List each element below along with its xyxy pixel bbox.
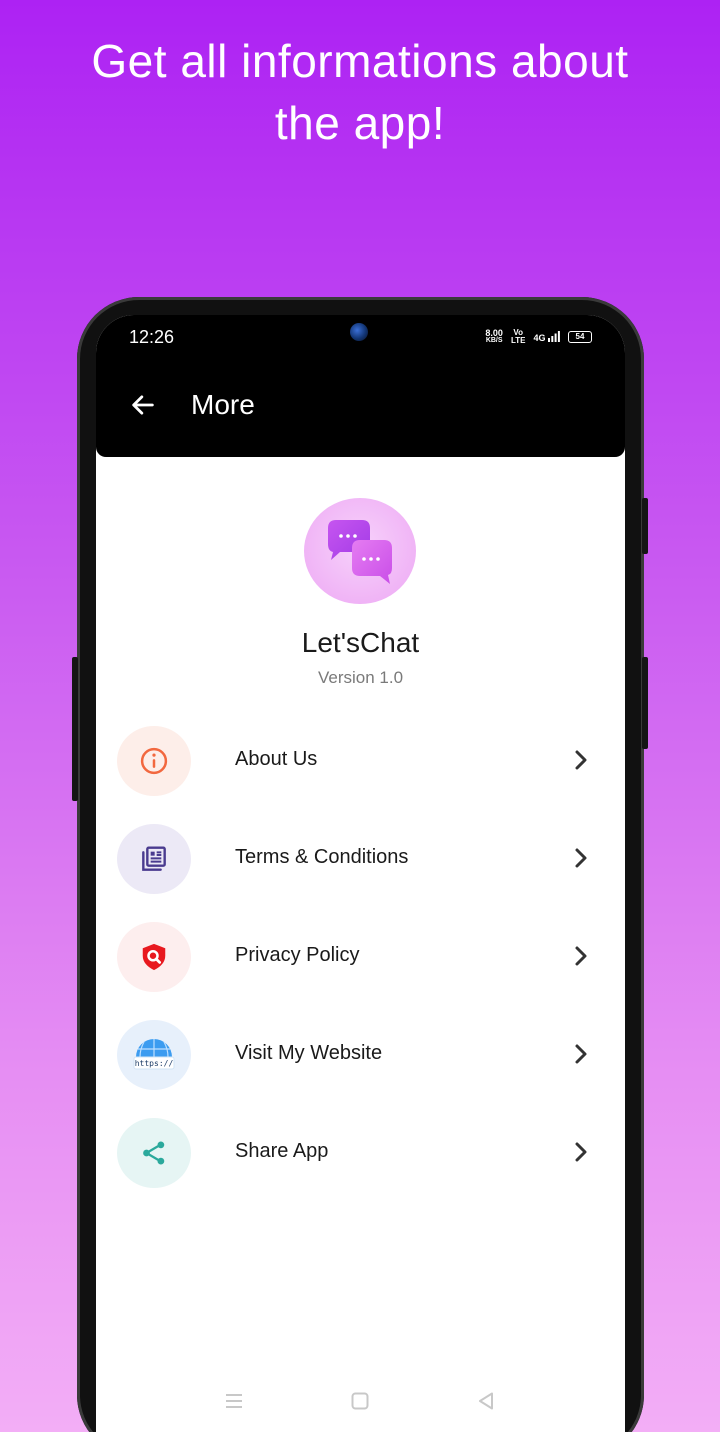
menu-item-privacy-policy[interactable]: Privacy Policy [96,921,625,1019]
menu-label: Terms & Conditions [235,846,409,868]
globe-https-icon: https:// [133,1039,175,1070]
app-version: Version 1.0 [317,668,404,687]
menu-item-visit-website[interactable]: https:// Visit My Website [96,1019,625,1117]
menu-item-terms-conditions[interactable]: Terms & Conditions [96,823,625,921]
menu-icon-container [117,824,191,894]
menu-icon-container: https:// [117,1020,191,1090]
more-menu: About Us Terms & Conditions Privacy Poli… [96,725,625,1215]
app-name: Let'sChat [301,627,420,658]
triangle-back-icon[interactable] [474,1389,498,1413]
promo-headline: Get all informations about the app! [0,30,720,154]
page-title: More [191,389,255,420]
menu-label: Privacy Policy [235,944,360,966]
square-home-icon[interactable] [348,1389,372,1413]
chevron-right-icon [568,943,594,969]
menu-icon-container [117,726,191,796]
back-button[interactable] [126,388,160,422]
signal-icon: 4G [533,331,560,343]
phone-volume-button [72,657,78,801]
volte-bottom: LTE [510,336,526,345]
volte-indicator: Vo LTE [511,329,526,345]
app-header: 12:26 8.00 KB/S Vo LTE 4G 54 More [96,315,625,457]
battery-level: 54 [575,332,585,341]
battery-icon: 54 [568,331,592,343]
chevron-right-icon [568,747,594,773]
promo-headline-line2: the app! [274,97,446,149]
menu-label: Share App [235,1140,329,1162]
network-type: 4G [533,333,546,343]
menu-item-share-app[interactable]: Share App [96,1117,625,1215]
chevron-right-icon [568,1041,594,1067]
chat-bubbles-icon [328,520,392,584]
menu-lines-icon[interactable] [222,1389,246,1413]
phone-power-button [642,498,648,554]
menu-label: About Us [235,748,318,770]
phone-side-button [642,657,648,749]
promo-headline-line1: Get all informations about [91,35,629,87]
app-logo [304,498,416,604]
arrow-left-icon [132,395,154,415]
status-indicators: 8.00 KB/S Vo LTE 4G 54 [485,329,592,345]
menu-icon-container [117,922,191,992]
share-icon [143,1141,165,1165]
menu-label: Visit My Website [235,1042,383,1064]
menu-icon-container [117,1118,191,1188]
system-nav-bar [96,1383,625,1419]
net-speed-unit: KB/S [485,337,503,344]
svg-text:https://: https:// [135,1059,174,1068]
front-camera [350,323,368,341]
chevron-right-icon [568,845,594,871]
info-icon [140,747,168,775]
status-time: 12:26 [129,327,175,347]
shield-search-icon [142,943,166,971]
phone-screen: 12:26 8.00 KB/S Vo LTE 4G 54 More Let'sC… [96,315,625,1432]
menu-item-about-us[interactable]: About Us [96,725,625,823]
document-stack-icon [142,846,166,871]
net-speed: 8.00 KB/S [485,329,503,345]
chevron-right-icon [568,1139,594,1165]
